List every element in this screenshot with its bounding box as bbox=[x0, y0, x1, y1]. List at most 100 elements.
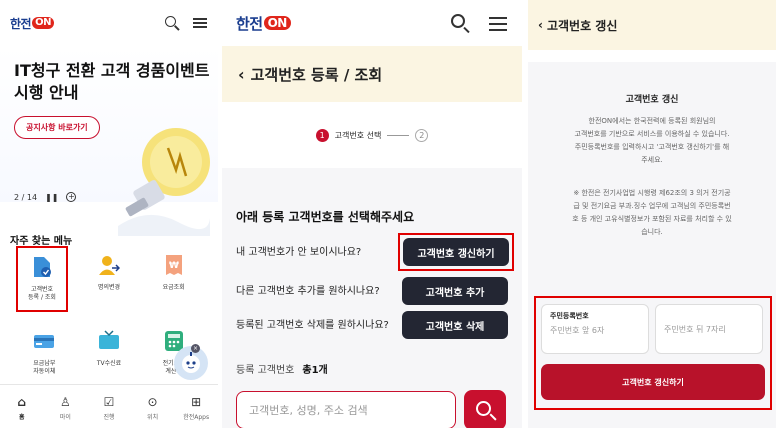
rrn-label: 주민등록번호 bbox=[550, 312, 589, 320]
step-1-number: 1 bbox=[315, 128, 329, 142]
delete-question: 등록된 고객번호 삭제를 원하시나요? bbox=[236, 319, 389, 331]
tv-icon bbox=[98, 330, 119, 349]
page-title: 고객번호 등록 / 조회 bbox=[250, 65, 383, 84]
rrn-front-field[interactable]: 주민등록번호 주민번호 앞 6자 bbox=[541, 304, 649, 354]
screenshot-composite: 한전 ON IT청구 전환 고객 경품이벤트 시행 안내 공지사항 바로가기 2… bbox=[0, 0, 776, 428]
nav-label: 위치 bbox=[147, 413, 159, 421]
robot-icon bbox=[182, 352, 200, 373]
menu-tv-fee[interactable]: TV수신료 bbox=[77, 322, 142, 388]
nav-location[interactable]: ⊙ 위치 bbox=[136, 395, 170, 421]
banner-pager: 2 / 14 ❚❚ + bbox=[14, 192, 77, 202]
home-icon: ⌂ bbox=[17, 394, 27, 409]
selection-prompt: 아래 등록 고객번호를 선택해주세요 bbox=[236, 210, 415, 224]
logo-text: 한전 bbox=[236, 14, 263, 33]
add-customer-number-button[interactable]: 고객번호 추가 bbox=[402, 277, 508, 305]
hamburger-menu-icon[interactable] bbox=[488, 13, 508, 33]
info-description: 한전ON에서는 한국전력에 등록된 회원님의 고객번호를 기반으로 서비스를 이… bbox=[574, 117, 730, 164]
chatbot-button[interactable]: × bbox=[174, 344, 208, 380]
info-title: 고객번호 갱신 bbox=[625, 95, 679, 105]
menu-label: 명의변경 bbox=[97, 284, 121, 291]
close-icon[interactable]: × bbox=[191, 344, 200, 353]
legal-notice: ※ 한전은 전기사업법 시행령 제62조의 3 의거 전기공 급 및 전기요금 … bbox=[572, 189, 732, 236]
app-header: 한전 ON bbox=[0, 0, 218, 46]
logo-on-badge: ON bbox=[32, 17, 54, 29]
search-button[interactable] bbox=[464, 390, 506, 428]
refresh-info: 고객번호 갱신 한전ON에서는 한국전력에 등록된 회원님의 고객번호를 기반으… bbox=[542, 92, 762, 239]
menu-auto-payment[interactable]: 요금납부 자동이체 bbox=[12, 322, 77, 388]
svg-text:₩: ₩ bbox=[169, 261, 179, 271]
refresh-customer-number-button[interactable]: 고객번호 갱신하기 bbox=[403, 238, 509, 266]
home-screen: 한전 ON IT청구 전환 고객 경품이벤트 시행 안내 공지사항 바로가기 2… bbox=[0, 0, 218, 428]
menu-name-change[interactable]: 명의변경 bbox=[77, 246, 142, 312]
search-icon bbox=[475, 400, 491, 416]
step-indicator: 1 고객번호 선택 2 bbox=[222, 102, 522, 168]
plus-circle-icon[interactable]: + bbox=[66, 192, 77, 202]
menu-customer-number[interactable]: 고객번호 등록 / 조회 bbox=[16, 246, 68, 312]
refresh-question: 내 고객번호가 안 보이시나요? bbox=[236, 246, 362, 258]
add-row: 다른 고객번호 추가를 원하시나요? 고객번호 추가 bbox=[236, 277, 508, 305]
customer-search-input[interactable]: 고객번호, 성명, 주소 검색 bbox=[236, 391, 456, 428]
search-icon[interactable] bbox=[164, 15, 180, 31]
rrn-form: 주민등록번호 주민번호 앞 6자 주민번호 뒤 7자리 고객번호 갱신하기 bbox=[534, 296, 772, 410]
nav-label: 마이 bbox=[59, 413, 71, 421]
menu-label: 요금납부 자동이체 bbox=[33, 360, 56, 375]
hamburger-menu-icon[interactable] bbox=[192, 15, 208, 31]
registered-label: 등록 고객번호 bbox=[236, 365, 295, 376]
registered-count: 총1개 bbox=[302, 365, 328, 376]
rrn-back-field[interactable]: 주민번호 뒤 7자리 bbox=[655, 304, 763, 354]
logo-on-badge: ON bbox=[263, 16, 291, 30]
pause-icon[interactable]: ❚❚ bbox=[45, 193, 58, 202]
person-swap-icon bbox=[98, 256, 120, 275]
add-question: 다른 고객번호 추가를 원하시나요? bbox=[236, 285, 380, 297]
lightbulb-illustration bbox=[118, 128, 210, 236]
step-1-label: 고객번호 선택 bbox=[334, 130, 382, 140]
chevron-left-icon[interactable]: ‹ bbox=[238, 65, 245, 84]
nav-label: 한전Apps bbox=[183, 413, 210, 421]
menu-bill-inquiry[interactable]: ₩ 요금조회 bbox=[141, 246, 206, 312]
registered-count-row: 등록 고객번호 총1개 bbox=[236, 361, 508, 376]
menu-label: 요금조회 bbox=[162, 284, 185, 291]
nav-home[interactable]: ⌂ 홈 bbox=[5, 395, 39, 421]
delete-customer-number-button[interactable]: 고객번호 삭제 bbox=[402, 311, 508, 339]
search-row: 고객번호, 성명, 주소 검색 bbox=[236, 390, 508, 428]
menu-label: 고객번호 등록 / 조회 bbox=[28, 286, 56, 301]
step-2-number: 2 bbox=[415, 128, 429, 142]
rrn-back-placeholder: 주민번호 뒤 7자리 bbox=[664, 324, 726, 334]
kepco-on-logo[interactable]: 한전 ON bbox=[10, 15, 54, 32]
selection-section: 아래 등록 고객번호를 선택해주세요 내 고객번호가 안 보이시나요? 고객번호… bbox=[222, 168, 522, 428]
bill-won-icon: ₩ bbox=[165, 255, 182, 275]
search-icon[interactable] bbox=[450, 13, 470, 33]
page-title: 고객번호 갱신 bbox=[546, 18, 618, 33]
page-title-bar: ‹ 고객번호 갱신 bbox=[528, 0, 776, 50]
kepco-on-logo[interactable]: 한전 ON bbox=[236, 13, 291, 34]
pager-count: 2 / 14 bbox=[14, 192, 38, 202]
bottom-navigation: ⌂ 홈 ♙ 마이 ☑ 진행 ⊙ 위치 ⊞ 한전Apps bbox=[0, 384, 218, 428]
page-title-bar: ‹ 고객번호 등록 / 조회 bbox=[222, 46, 522, 102]
logo-text: 한전 bbox=[10, 16, 32, 31]
refresh-submit-button[interactable]: 고객번호 갱신하기 bbox=[541, 364, 765, 400]
chevron-left-icon[interactable]: ‹ bbox=[538, 18, 543, 32]
card-icon bbox=[34, 335, 55, 348]
nav-label: 진행 bbox=[103, 413, 115, 421]
document-check-icon bbox=[34, 257, 51, 277]
apps-grid-icon: ⊞ bbox=[191, 394, 202, 409]
refresh-customer-number-screen: ‹ 고객번호 갱신 고객번호 갱신 한전ON에서는 한국전력에 등록된 회원님의… bbox=[528, 0, 776, 428]
location-pin-icon: ⊙ bbox=[147, 394, 158, 409]
nav-label: 홈 bbox=[19, 413, 25, 421]
step-connector bbox=[387, 134, 410, 136]
event-banner[interactable]: IT청구 전환 고객 경품이벤트 시행 안내 공지사항 바로가기 2 / 14 … bbox=[0, 46, 218, 236]
app-header: 한전 ON bbox=[222, 0, 522, 46]
nav-my[interactable]: ♙ 마이 bbox=[48, 395, 82, 421]
menu-label: TV수신료 bbox=[96, 360, 122, 367]
nav-apps[interactable]: ⊞ 한전Apps bbox=[179, 395, 213, 421]
nav-progress[interactable]: ☑ 진행 bbox=[92, 395, 126, 421]
rrn-front-placeholder: 주민번호 앞 6자 bbox=[550, 326, 605, 335]
banner-title: IT청구 전환 고객 경품이벤트 시행 안내 bbox=[14, 61, 210, 102]
checklist-icon: ☑ bbox=[103, 394, 115, 409]
customer-number-screen: 한전 ON ‹ 고객번호 등록 / 조회 1 고객번호 선택 2 아래 등록 고객… bbox=[222, 0, 522, 428]
highlight-box: 고객번호 갱신하기 bbox=[398, 233, 514, 271]
refresh-row: 내 고객번호가 안 보이시나요? 고객번호 갱신하기 bbox=[236, 233, 514, 271]
notice-link-button[interactable]: 공지사항 바로가기 bbox=[14, 116, 100, 139]
delete-row: 등록된 고객번호 삭제를 원하시나요? 고객번호 삭제 bbox=[236, 311, 508, 339]
person-icon: ♙ bbox=[60, 394, 71, 409]
